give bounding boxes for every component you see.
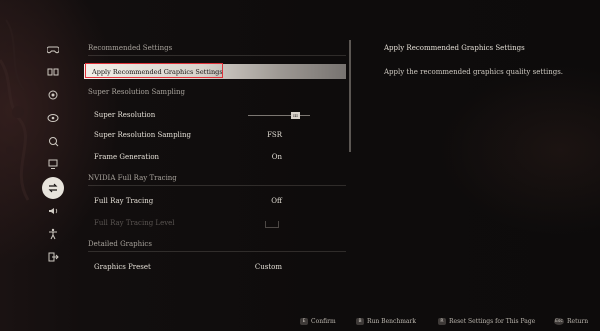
section-recommended-settings: Recommended Settings (88, 44, 346, 56)
full-ray-tracing-row[interactable]: Full Ray Tracing Off (84, 194, 346, 208)
super-resolution-sampling-label: Super Resolution Sampling (94, 131, 192, 139)
run-benchmark-label: Run Benchmark (367, 318, 416, 325)
focus-highlight (85, 63, 223, 78)
full-ray-tracing-level-label: Full Ray Tracing Level (94, 219, 175, 227)
accessibility-icon[interactable] (40, 223, 66, 245)
super-resolution-label: Super Resolution (94, 111, 156, 119)
monitor-icon[interactable] (40, 153, 66, 175)
section-super-resolution-sampling: Super Resolution Sampling (88, 88, 186, 96)
description-title: Apply Recommended Graphics Settings (384, 44, 525, 52)
frame-generation-row[interactable]: Frame Generation On (84, 150, 346, 164)
controller-icon[interactable] (40, 38, 66, 60)
reset-settings-hint[interactable]: R Reset Settings for This Page (438, 318, 535, 325)
graphics-preset-value: Custom (254, 263, 282, 271)
description-body: Apply the recommended graphics quality s… (384, 68, 564, 76)
exit-icon[interactable] (40, 246, 66, 268)
frame-generation-value: On (271, 153, 282, 161)
reset-key-icon: R (438, 318, 446, 325)
full-ray-tracing-value: Off (271, 197, 282, 205)
full-ray-tracing-level-row: Full Ray Tracing Level (84, 216, 346, 230)
graphics-preset-label: Graphics Preset (94, 263, 151, 271)
super-resolution-slider[interactable]: III (248, 112, 310, 119)
graphics-preset-row[interactable]: Graphics Preset Custom (84, 260, 346, 274)
super-resolution-sampling-row[interactable]: Super Resolution Sampling FSR (84, 128, 346, 142)
super-resolution-row[interactable]: Super Resolution III (84, 108, 346, 122)
confirm-hint[interactable]: E Confirm (300, 318, 336, 325)
decorative-vine-texture (0, 19, 30, 201)
super-resolution-sampling-value: FSR (267, 131, 282, 139)
confirm-key-icon: E (300, 318, 308, 325)
graphics-settings-icon[interactable] (42, 177, 64, 199)
full-ray-tracing-level-control (265, 221, 279, 228)
frame-generation-label: Frame Generation (94, 153, 160, 161)
benchmark-key-icon: B (356, 318, 364, 325)
keyboard-icon[interactable] (40, 61, 66, 83)
reset-settings-label: Reset Settings for This Page (449, 318, 536, 325)
section-nvidia-full-ray-tracing: NVIDIA Full Ray Tracing (88, 174, 346, 186)
settings-screen: Recommended Settings Apply Recommended G… (0, 0, 600, 331)
full-ray-tracing-label: Full Ray Tracing (94, 197, 154, 205)
return-key-icon: Esc (554, 318, 564, 325)
settings-scrollbar[interactable] (349, 40, 351, 152)
apply-recommended-button[interactable]: Apply Recommended Graphics Settings (84, 63, 346, 79)
return-label: Return (567, 318, 589, 325)
slider-thumb[interactable]: III (291, 112, 300, 119)
speaker-icon[interactable] (40, 200, 66, 222)
section-detailed-graphics: Detailed Graphics (88, 240, 346, 252)
confirm-label: Confirm (311, 318, 336, 325)
run-benchmark-hint[interactable]: B Run Benchmark (356, 318, 416, 325)
footer-hints: E Confirm B Run Benchmark R Reset Settin… (0, 318, 600, 330)
camera-icon[interactable] (40, 84, 66, 106)
display-icon[interactable] (40, 107, 66, 129)
crosshair-icon[interactable] (40, 130, 66, 152)
return-hint[interactable]: Esc Return (554, 318, 588, 325)
